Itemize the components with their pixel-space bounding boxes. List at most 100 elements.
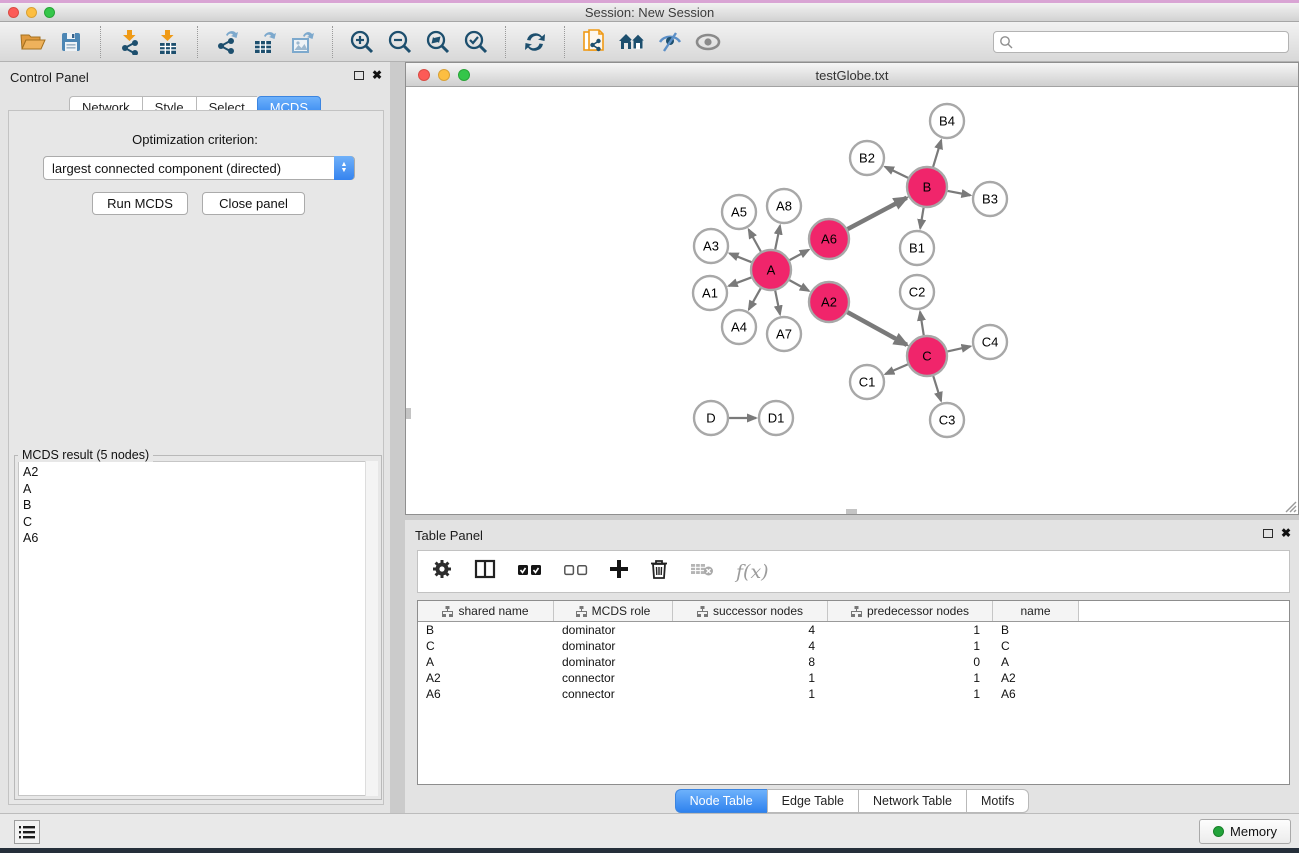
graph-node-C4[interactable]: C4 xyxy=(973,325,1007,359)
table-cell[interactable]: C xyxy=(993,638,1079,654)
graph-node-B2[interactable]: B2 xyxy=(850,141,884,175)
graph-edge-A-A1[interactable] xyxy=(729,277,752,286)
show-column-button[interactable] xyxy=(474,559,496,584)
graph-edge-A-A8[interactable] xyxy=(775,226,780,250)
table-cell[interactable]: 1 xyxy=(828,686,993,702)
table-row[interactable]: A6connector11A6 xyxy=(418,686,1289,702)
run-mcds-button[interactable]: Run MCDS xyxy=(92,192,188,215)
graph-node-A5[interactable]: A5 xyxy=(722,195,756,229)
graph-node-B3[interactable]: B3 xyxy=(973,182,1007,216)
table-cell[interactable]: 0 xyxy=(828,654,993,670)
graph-node-A6[interactable]: A6 xyxy=(809,219,849,259)
table-cell[interactable]: 8 xyxy=(673,654,828,670)
result-item[interactable]: B xyxy=(23,497,377,514)
close-panel-button[interactable]: Close panel xyxy=(202,192,305,215)
unselect-all-columns-button[interactable] xyxy=(564,563,588,581)
create-column-button[interactable] xyxy=(610,560,628,583)
column-header[interactable]: predecessor nodes xyxy=(828,601,993,621)
table-row[interactable]: Cdominator41C xyxy=(418,638,1289,654)
graph-edge-B-B1[interactable] xyxy=(920,208,923,229)
open-session-button[interactable] xyxy=(14,26,52,58)
column-header[interactable]: MCDS role xyxy=(554,601,673,621)
first-neighbors-button[interactable] xyxy=(613,26,651,58)
table-options-button[interactable] xyxy=(432,559,452,584)
horizontal-scroll-nub[interactable] xyxy=(846,509,857,514)
graph-edge-C-C1[interactable] xyxy=(885,364,907,374)
tab-network-table[interactable]: Network Table xyxy=(858,789,966,813)
table-cell[interactable]: A xyxy=(993,654,1079,670)
graph-node-B[interactable]: B xyxy=(907,167,947,207)
table-cell[interactable]: 4 xyxy=(673,638,828,654)
graph-edge-A6-B[interactable] xyxy=(848,198,907,229)
graph-node-D[interactable]: D xyxy=(694,401,728,435)
graph-edge-B-B3[interactable] xyxy=(948,191,971,195)
graph-edge-A-A3[interactable] xyxy=(730,253,752,262)
graph-edge-A-A4[interactable] xyxy=(749,288,761,309)
table-cell[interactable]: 1 xyxy=(828,622,993,638)
graph-edge-A-A7[interactable] xyxy=(775,291,780,315)
table-cell[interactable]: B xyxy=(993,622,1079,638)
table-cell[interactable]: 1 xyxy=(673,686,828,702)
task-history-button[interactable] xyxy=(14,820,40,844)
table-cell[interactable]: B xyxy=(418,622,554,638)
show-details-button[interactable] xyxy=(689,26,727,58)
float-panel-icon[interactable] xyxy=(1263,529,1273,538)
column-header[interactable]: successor nodes xyxy=(673,601,828,621)
table-cell[interactable]: dominator xyxy=(554,638,673,654)
result-item[interactable]: C xyxy=(23,514,377,531)
graph-node-B1[interactable]: B1 xyxy=(900,231,934,265)
column-header[interactable]: shared name xyxy=(418,601,554,621)
export-network-button[interactable] xyxy=(208,26,246,58)
table-cell[interactable]: 4 xyxy=(673,622,828,638)
graph-edge-A2-C[interactable] xyxy=(847,312,906,345)
result-scrollbar[interactable] xyxy=(365,461,378,796)
graph-node-C2[interactable]: C2 xyxy=(900,275,934,309)
table-cell[interactable]: connector xyxy=(554,670,673,686)
table-row[interactable]: Bdominator41B xyxy=(418,622,1289,638)
tab-motifs[interactable]: Motifs xyxy=(966,789,1029,813)
tab-node-table[interactable]: Node Table xyxy=(675,789,767,813)
graph-edge-A-A2[interactable] xyxy=(789,280,808,291)
result-item[interactable]: A6 xyxy=(23,530,377,547)
graph-node-A[interactable]: A xyxy=(751,250,791,290)
export-image-button[interactable] xyxy=(284,26,322,58)
graph-node-C1[interactable]: C1 xyxy=(850,365,884,399)
import-network-button[interactable] xyxy=(111,26,149,58)
table-cell[interactable]: 1 xyxy=(828,670,993,686)
search-input[interactable] xyxy=(993,31,1289,53)
column-header[interactable]: name xyxy=(993,601,1079,621)
graph-node-D1[interactable]: D1 xyxy=(759,401,793,435)
graph-edge-B-B4[interactable] xyxy=(933,140,941,167)
table-cell[interactable]: 1 xyxy=(673,670,828,686)
graph-edge-B-B2[interactable] xyxy=(885,167,908,178)
table-cell[interactable]: 1 xyxy=(828,638,993,654)
table-cell[interactable]: dominator xyxy=(554,622,673,638)
graph-edge-C-C2[interactable] xyxy=(920,312,924,335)
mcds-result-list[interactable]: A2ABCA6 xyxy=(18,461,378,796)
table-row[interactable]: A2connector11A2 xyxy=(418,670,1289,686)
import-table-button[interactable] xyxy=(149,26,187,58)
graph-edge-A-A5[interactable] xyxy=(749,230,761,252)
graph-node-A4[interactable]: A4 xyxy=(722,310,756,344)
export-table-button[interactable] xyxy=(246,26,284,58)
resize-grip-icon[interactable] xyxy=(1284,500,1297,513)
table-cell[interactable]: A2 xyxy=(418,670,554,686)
table-cell[interactable]: A2 xyxy=(993,670,1079,686)
table-cell[interactable]: C xyxy=(418,638,554,654)
network-canvas[interactable]: B4B2BB3A5A8A6B1A3AC2A1A2A4A7C4CC1C3DD1 xyxy=(406,87,1298,514)
close-panel-icon[interactable]: ✖ xyxy=(372,70,382,80)
delete-table-button[interactable] xyxy=(690,561,714,582)
tab-edge-table[interactable]: Edge Table xyxy=(767,789,858,813)
graph-edge-C-C4[interactable] xyxy=(947,346,970,351)
graph-node-C[interactable]: C xyxy=(907,336,947,376)
network-from-selection-button[interactable] xyxy=(575,26,613,58)
graph-node-A2[interactable]: A2 xyxy=(809,282,849,322)
vertical-scroll-nub[interactable] xyxy=(406,408,411,419)
graph-node-A7[interactable]: A7 xyxy=(767,317,801,351)
zoom-in-button[interactable] xyxy=(343,26,381,58)
graph-node-A1[interactable]: A1 xyxy=(693,276,727,310)
function-builder-button[interactable]: f(x) xyxy=(736,561,769,583)
zoom-fit-button[interactable] xyxy=(419,26,457,58)
graph-node-B4[interactable]: B4 xyxy=(930,104,964,138)
close-panel-icon[interactable]: ✖ xyxy=(1281,528,1291,538)
